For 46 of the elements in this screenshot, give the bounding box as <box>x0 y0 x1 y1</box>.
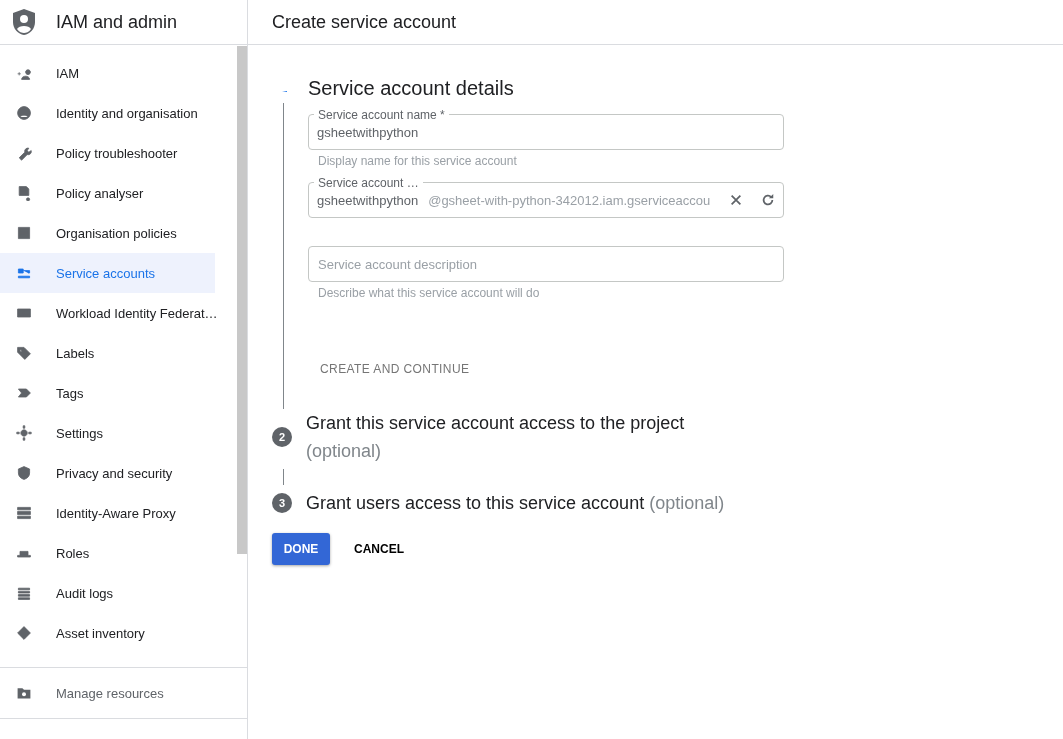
account-id-field[interactable]: Service account … gsheetwithpython @gsheet-with-python-342012.iam.gserviceaccou <box>308 176 784 218</box>
name-field[interactable]: Service account name * gsheetwithpython <box>308 108 784 150</box>
wrench-icon <box>16 145 32 161</box>
email-suffix: @gsheet-with-python-342012.iam.gserviceaccou <box>428 192 712 208</box>
sidebar-item[interactable]: Policy analyser <box>0 173 215 213</box>
sidebar-item[interactable]: Identity and organisation <box>0 93 215 133</box>
field-label: Service account … <box>314 176 423 190</box>
sidebar-item[interactable]: Service accounts <box>0 253 215 293</box>
page-title: Create service account <box>272 11 457 33</box>
create-and-continue-button[interactable]: CREATE AND CONTINUE <box>308 354 482 384</box>
sidebar-item[interactable]: IAM <box>0 53 215 93</box>
field-hint: Display name for this service account <box>318 154 518 170</box>
list-icon <box>16 585 32 601</box>
sidebar-item[interactable]: Settings <box>0 413 215 453</box>
sidebar-item[interactable]: Labels <box>0 333 215 373</box>
product-title: IAM and admin <box>56 11 178 33</box>
tag-icon <box>16 345 32 361</box>
sidebar-item[interactable]: Audit logs <box>0 573 215 613</box>
shield-person-icon <box>12 8 36 36</box>
sidebar-item[interactable]: Tags <box>0 373 215 413</box>
step-title: Grant this service account access to the project (optional) <box>306 412 686 463</box>
description-field[interactable]: Service account description <box>308 246 784 282</box>
progress-mark-icon <box>282 89 288 93</box>
step-title: Grant users access to this service account (optional) <box>306 492 726 515</box>
chevron-tag-icon <box>16 385 32 401</box>
sidebar-item[interactable]: Identity-Aware Proxy <box>0 493 215 533</box>
sidebar-item[interactable]: Manage resources <box>0 673 215 713</box>
field-label: Service account name * <box>314 108 449 122</box>
folder-gear-icon <box>16 685 32 701</box>
sidebar-item[interactable]: Roles <box>0 533 215 573</box>
step-number: 3 <box>272 493 292 513</box>
sidebar-item[interactable]: Organisation policies <box>0 213 215 253</box>
refresh-icon[interactable] <box>761 193 775 207</box>
sidebar-item[interactable]: Workload Identity Federat… <box>0 293 215 333</box>
sidebar-item[interactable]: Privacy and security <box>0 453 215 493</box>
cancel-button[interactable]: CANCEL <box>338 533 420 565</box>
scrollbar[interactable] <box>237 46 247 554</box>
sidebar-item[interactable]: Asset inventory <box>0 613 215 653</box>
diamond-icon <box>16 625 32 641</box>
step-title: Service account details <box>308 77 515 100</box>
field-hint: Describe what this service account will do <box>318 286 541 302</box>
shield-icon <box>16 465 32 481</box>
sidebar-item[interactable]: Policy troubleshooter <box>0 133 215 173</box>
step-number: 2 <box>272 427 292 447</box>
done-button[interactable]: DONE <box>272 533 330 565</box>
close-icon[interactable] <box>729 193 743 207</box>
